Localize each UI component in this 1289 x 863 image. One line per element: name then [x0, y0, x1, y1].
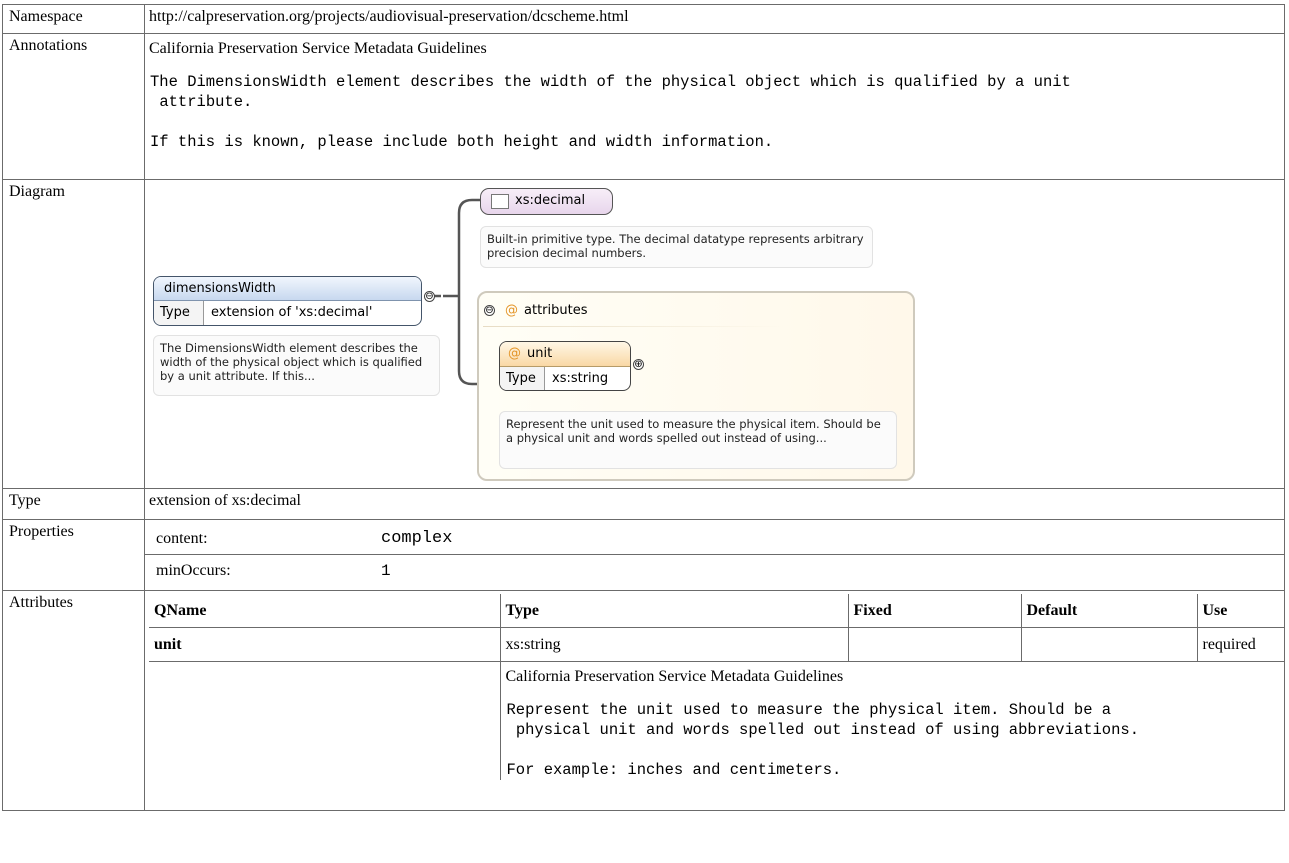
- schema-doc-table: Namespace http://calpreservation.org/pro…: [2, 4, 1285, 811]
- property-value: 1: [381, 561, 391, 580]
- diagram-label: Diagram: [2, 179, 145, 489]
- attribute-doc-spacer: [149, 661, 501, 780]
- type-label: Type: [2, 488, 145, 520]
- properties-cell: content: complex minOccurs: 1: [144, 519, 1285, 591]
- attribute-type: xs:string: [499, 627, 849, 662]
- attribute-doc-row: California Preservation Service Metadata…: [149, 661, 1284, 780]
- namespace-row: Namespace http://calpreservation.org/pro…: [2, 4, 1285, 34]
- attributes-group-title: @ attributes: [505, 303, 587, 318]
- property-row: content: complex: [145, 523, 1284, 555]
- type-row: Type extension of xs:decimal: [2, 488, 1285, 520]
- property-key: content:: [145, 523, 381, 555]
- element-type-row: Type extension of 'xs:decimal': [154, 301, 421, 325]
- property-row: minOccurs: 1: [145, 555, 1284, 587]
- element-type-value: extension of 'xs:decimal': [211, 305, 373, 320]
- attribute-doc-text: Represent the unit used to measure the p…: [506, 701, 1140, 779]
- schema-diagram: dimensionsWidth Type extension of 'xs:de…: [149, 183, 1284, 488]
- attribute-at-icon: @: [505, 303, 518, 318]
- diagram-row: Diagram dimensionsWidth Type extension o…: [2, 179, 1285, 489]
- element-name: dimensionsWidth: [154, 277, 421, 301]
- type-value: extension of xs:decimal: [144, 488, 1285, 520]
- properties-label: Properties: [2, 519, 145, 591]
- diagram-cell: dimensionsWidth Type extension of 'xs:de…: [144, 179, 1285, 489]
- attribute-type-value: xs:string: [552, 371, 609, 386]
- namespace-value: http://calpreservation.org/projects/audi…: [144, 4, 1285, 34]
- attribute-use: required: [1196, 627, 1284, 662]
- namespace-label: Namespace: [2, 4, 145, 34]
- col-header-default: Default: [1020, 594, 1198, 628]
- property-key: minOccurs:: [156, 561, 231, 579]
- properties-row: Properties content: complex minOccurs: 1: [2, 519, 1285, 591]
- properties-table: content: complex minOccurs: 1: [145, 523, 1284, 586]
- attribute-doc-title: California Preservation Service Metadata…: [505, 668, 844, 685]
- property-value: complex: [381, 523, 1284, 555]
- annotations-cell: California Preservation Service Metadata…: [144, 33, 1285, 180]
- base-type-label: xs:decimal: [515, 193, 586, 208]
- annotations-text: The DimensionsWidth element describes th…: [150, 73, 1071, 151]
- col-header-use: Use: [1196, 594, 1284, 628]
- expand-icon[interactable]: ⊕: [633, 359, 644, 370]
- annotations-title: California Preservation Service Metadata…: [149, 40, 487, 57]
- element-note: The DimensionsWidth element describes th…: [153, 335, 440, 396]
- attribute-unit-name: unit: [527, 346, 553, 361]
- attributes-group-label: attributes: [524, 303, 588, 318]
- annotations-row: Annotations California Preservation Serv…: [2, 33, 1285, 180]
- col-header-type: Type: [499, 594, 849, 628]
- annotations-label: Annotations: [2, 33, 145, 180]
- attributes-header-row: QName Type Fixed Default Use: [149, 594, 1284, 628]
- attributes-collapse-icon[interactable]: ⊖: [484, 305, 495, 316]
- attribute-unit-header: @ unit: [500, 342, 630, 367]
- attributes-divider: [483, 326, 783, 327]
- base-type-pill[interactable]: xs:decimal: [480, 188, 613, 215]
- element-dimensionswidth-box[interactable]: dimensionsWidth Type extension of 'xs:de…: [153, 276, 422, 326]
- attribute-default: [1020, 627, 1198, 662]
- attribute-at-icon: @: [508, 346, 521, 361]
- attribute-note: Represent the unit used to measure the p…: [499, 411, 897, 469]
- attribute-qname: unit: [149, 627, 501, 662]
- attributes-cell: QName Type Fixed Default Use unit xs:str…: [144, 590, 1285, 811]
- base-type-note: Built-in primitive type. The decimal dat…: [480, 226, 873, 268]
- attributes-table: QName Type Fixed Default Use unit xs:str…: [149, 594, 1284, 780]
- collapse-icon[interactable]: ⊖: [424, 291, 435, 302]
- attribute-unit-box[interactable]: @ unit Type xs:string: [499, 341, 631, 391]
- attribute-type-key: Type: [500, 367, 545, 390]
- attribute-type-row: Type xs:string: [500, 367, 630, 390]
- attributes-group: ⊖ @ attributes @ unit Type xs:string ⊕ R…: [477, 291, 915, 481]
- attributes-row: Attributes QName Type Fixed Default Use …: [2, 590, 1285, 811]
- col-header-qname: QName: [149, 594, 501, 628]
- attribute-fixed: [847, 627, 1022, 662]
- table-row: unit xs:string required: [149, 627, 1284, 662]
- element-type-key: Type: [154, 301, 204, 325]
- attributes-label: Attributes: [2, 590, 145, 811]
- simple-type-icon: [491, 194, 509, 209]
- col-header-fixed: Fixed: [847, 594, 1022, 628]
- attribute-doc-cell: California Preservation Service Metadata…: [499, 661, 1284, 780]
